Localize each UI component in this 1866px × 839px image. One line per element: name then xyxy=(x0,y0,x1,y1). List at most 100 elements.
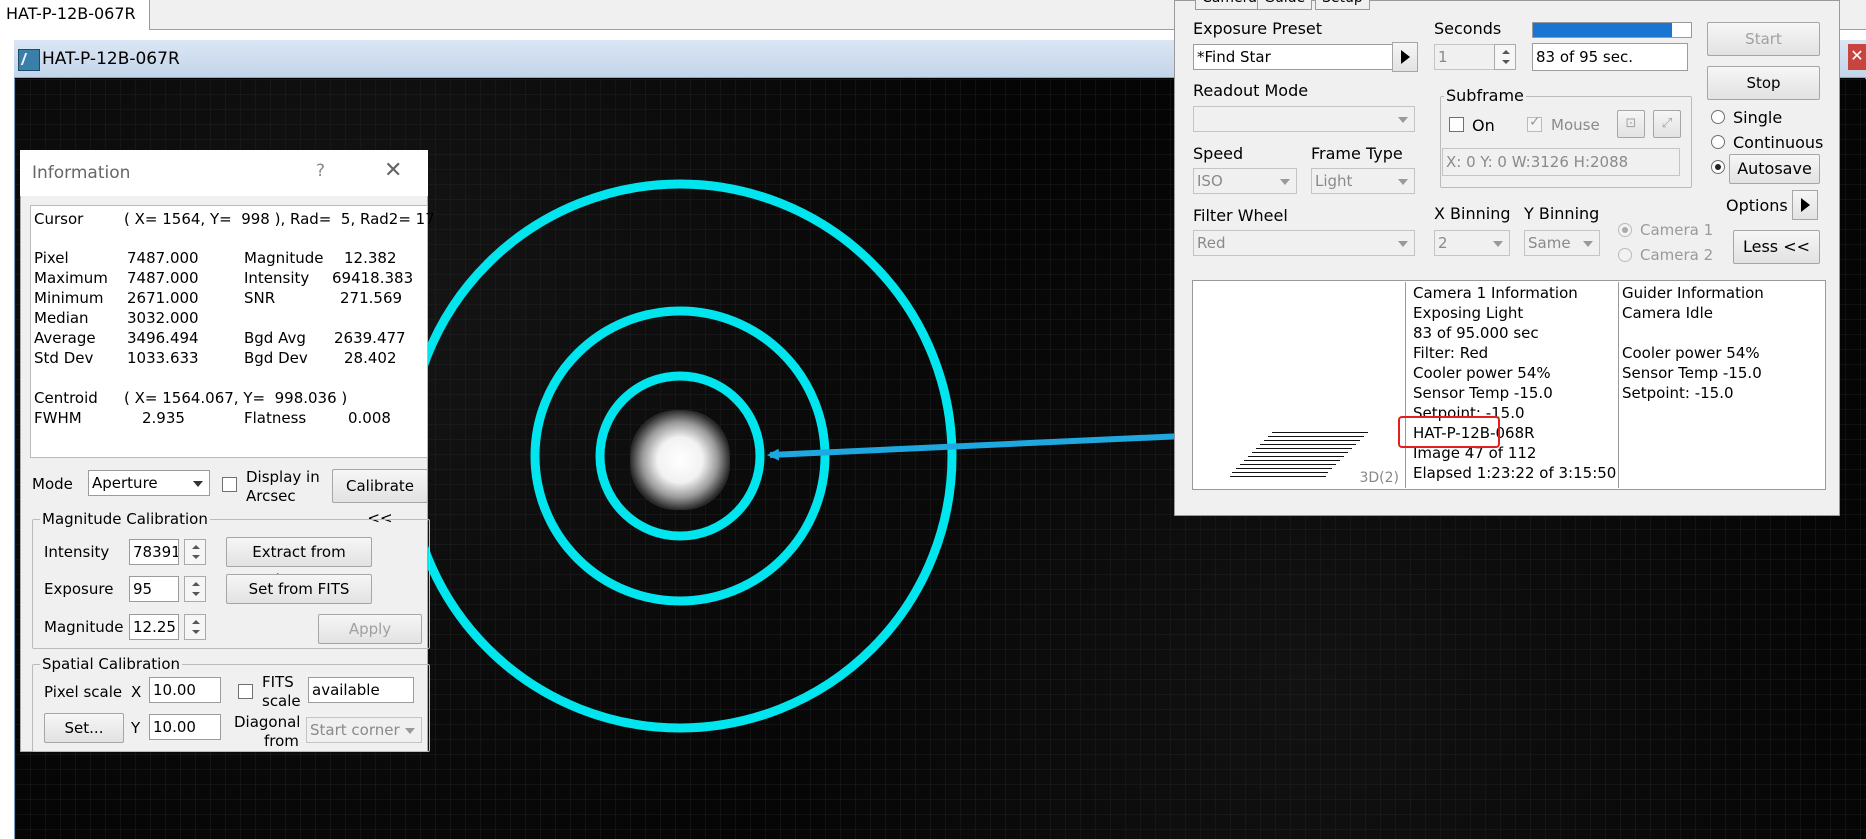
continuous-radio[interactable] xyxy=(1711,135,1725,149)
progress-fill xyxy=(1533,23,1673,37)
single-label: Single xyxy=(1733,108,1783,127)
centroid-value: ( X= 1564.067, Y= 998.036 ) xyxy=(124,389,348,407)
stat-value: 1033.633 xyxy=(127,349,199,367)
x-binning-label: X Binning xyxy=(1434,204,1511,223)
guider-info-line: Sensor Temp -15.0 xyxy=(1622,364,1762,382)
display-arcsec-checkbox[interactable] xyxy=(222,477,237,492)
guider-info-line: Camera Idle xyxy=(1622,304,1713,322)
graph-line xyxy=(1248,456,1344,457)
frame-type-select[interactable]: Light xyxy=(1311,168,1415,194)
intensity-input[interactable]: 78391 xyxy=(129,539,179,565)
exposure-label: Exposure xyxy=(44,580,114,598)
mode-label: Mode xyxy=(32,475,73,493)
magnitude-stepper[interactable] xyxy=(184,614,206,640)
magnitude-input[interactable]: 12.25 xyxy=(129,614,179,640)
tab-guide[interactable]: Guide xyxy=(1257,0,1313,10)
stat-label: Intensity xyxy=(244,269,310,287)
tab-setup[interactable]: Setup xyxy=(1315,0,1370,10)
information-dialog-titlebar[interactable]: Information ? ✕ xyxy=(20,150,428,196)
chevron-down-icon xyxy=(399,718,421,742)
single-radio[interactable] xyxy=(1711,110,1725,124)
autosave-button[interactable]: Autosave xyxy=(1729,154,1820,184)
seconds-stepper[interactable] xyxy=(1494,44,1516,70)
stat-value: 3032.000 xyxy=(127,309,199,327)
measurement-panel: Cursor ( X= 1564, Y= 998 ), Rad= 5, Rad2… xyxy=(30,205,435,458)
stat-value: 2639.477 xyxy=(334,329,406,347)
exposure-preset-select[interactable]: *Find Star xyxy=(1193,44,1415,70)
chevron-down-icon xyxy=(1487,231,1509,255)
fits-scale-status-field: available xyxy=(308,677,414,703)
diagonal-start-select[interactable]: Start corner xyxy=(306,717,422,743)
full-frame-icon[interactable]: ⤢ xyxy=(1653,110,1681,138)
help-icon[interactable]: ? xyxy=(316,161,325,181)
stat-value: 7487.000 xyxy=(127,249,199,267)
camera1-radio[interactable] xyxy=(1618,223,1632,237)
intensity-stepper[interactable] xyxy=(184,539,206,565)
set-pixel-scale-button[interactable]: Set... xyxy=(44,713,124,743)
exposure-input[interactable]: 95 xyxy=(129,576,179,602)
camera-info-line: Camera 1 Information xyxy=(1413,284,1578,302)
stat-value: 69418.383 xyxy=(332,269,414,287)
graph-line xyxy=(1240,464,1336,465)
less-button[interactable]: Less << xyxy=(1733,230,1820,264)
chevron-down-icon xyxy=(1392,231,1414,255)
camera-info-line: 83 of 95.000 sec xyxy=(1413,324,1539,342)
exposure-stepper[interactable] xyxy=(184,576,206,602)
stat-label: SNR xyxy=(244,289,276,307)
stat-value: 7487.000 xyxy=(127,269,199,287)
autosave-radio[interactable] xyxy=(1711,160,1725,174)
x-binning-value: 2 xyxy=(1438,234,1448,252)
camera-info-line: Sensor Temp -15.0 xyxy=(1413,384,1553,402)
tab-camera[interactable]: Camera xyxy=(1195,0,1264,10)
dialog-close-icon[interactable]: ✕ xyxy=(384,158,402,183)
guider-info-line: Guider Information xyxy=(1622,284,1764,302)
exposure-progress-bar xyxy=(1532,22,1692,38)
subframe-on-checkbox[interactable] xyxy=(1449,117,1464,132)
pixel-scale-x-input[interactable]: 10.00 xyxy=(149,677,221,703)
diagonal-from-label-2: from xyxy=(264,732,299,750)
options-label: Options xyxy=(1726,196,1788,215)
graph-line xyxy=(1260,444,1356,445)
camera2-radio[interactable] xyxy=(1618,248,1632,262)
preset-menu-arrow-icon[interactable] xyxy=(1392,42,1418,72)
apply-button[interactable]: Apply xyxy=(318,614,422,644)
extract-from-image-button[interactable]: Extract from image xyxy=(226,537,372,589)
flatness-label: Flatness xyxy=(244,409,307,427)
stat-label: Maximum xyxy=(34,269,108,287)
camera-info-line: Exposing Light xyxy=(1413,304,1524,322)
highlight-box xyxy=(1398,416,1500,448)
y-binning-select[interactable]: Same xyxy=(1524,230,1600,256)
graph-line xyxy=(1232,472,1328,473)
filter-wheel-label: Filter Wheel xyxy=(1193,206,1288,225)
speed-select[interactable]: ISO xyxy=(1193,168,1297,194)
subframe-mouse-checkbox[interactable] xyxy=(1527,114,1542,132)
set-from-fits-button[interactable]: Set from FITS xyxy=(226,574,372,604)
chevron-down-icon xyxy=(1577,231,1599,255)
intensity-label: Intensity xyxy=(44,543,110,561)
options-menu-arrow-icon[interactable] xyxy=(1792,190,1818,220)
start-button[interactable]: Start xyxy=(1707,22,1820,56)
graph-line xyxy=(1252,452,1348,453)
seconds-label: Seconds xyxy=(1434,19,1502,38)
filter-wheel-select[interactable]: Red xyxy=(1193,230,1415,256)
speed-value: ISO xyxy=(1197,172,1223,190)
stat-label: Std Dev xyxy=(34,349,94,367)
subframe-mouse-label: Mouse xyxy=(1551,116,1600,134)
mode-select[interactable]: Aperture xyxy=(88,470,210,496)
stop-button[interactable]: Stop xyxy=(1707,66,1820,100)
graph-line xyxy=(1272,432,1368,433)
stat-value: 3496.494 xyxy=(127,329,199,347)
stat-label: Minimum xyxy=(34,289,104,307)
fits-scale-checkbox[interactable] xyxy=(238,684,253,699)
subframe-on-label: On xyxy=(1472,116,1495,135)
pixel-scale-y-input[interactable]: 10.00 xyxy=(149,714,221,740)
fwhm-label: FWHM xyxy=(34,409,82,427)
camera-info-line: Filter: Red xyxy=(1413,344,1489,362)
subframe-select-icon[interactable]: ⊡ xyxy=(1617,110,1645,138)
calibrate-button[interactable]: Calibrate << xyxy=(332,469,428,527)
readout-mode-select[interactable] xyxy=(1193,106,1415,132)
x-binning-select[interactable]: 2 xyxy=(1434,230,1510,256)
graph-line xyxy=(1236,468,1332,469)
cursor-value: ( X= 1564, Y= 998 ), Rad= 5, Rad2= 17 xyxy=(124,210,435,228)
stat-label: Bgd Dev xyxy=(244,349,308,367)
